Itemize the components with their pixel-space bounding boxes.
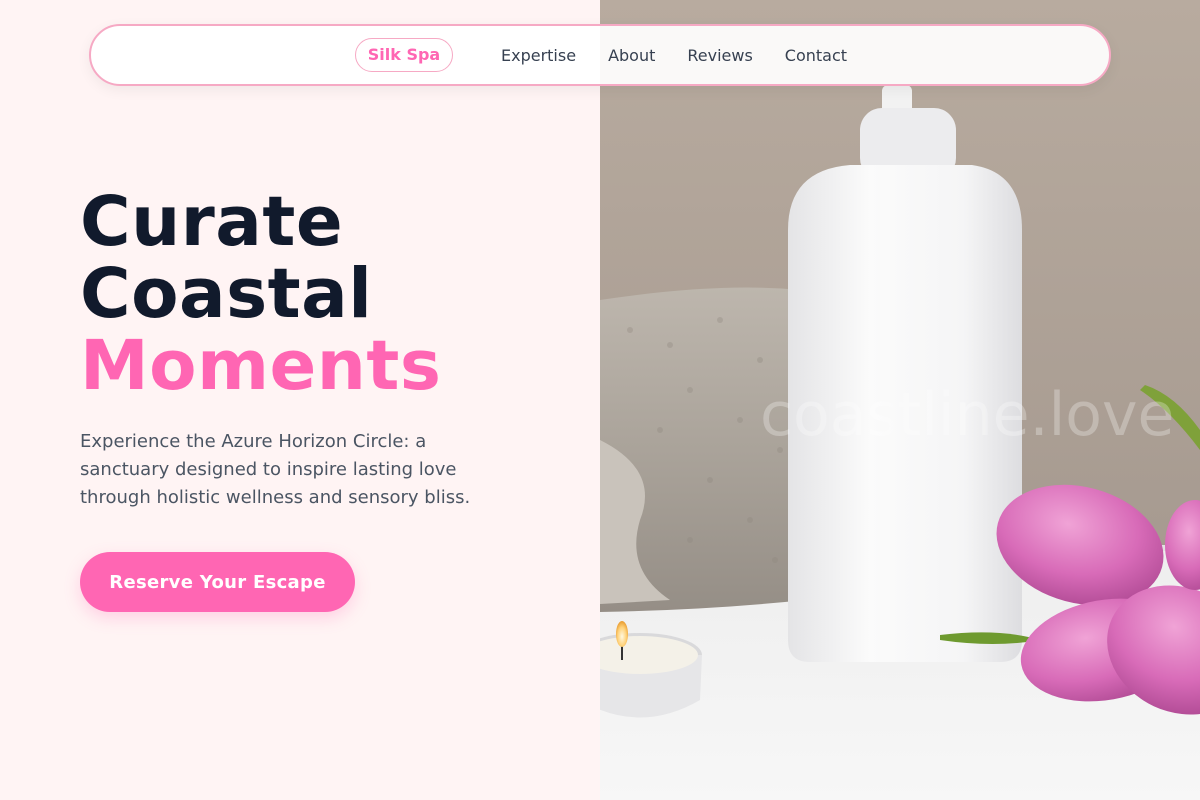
hero-title-accent-line: Moments	[80, 326, 442, 406]
hero-description: Experience the Azure Horizon Circle: a s…	[80, 431, 471, 508]
nav-link-reviews[interactable]: Reviews	[687, 46, 752, 65]
hero-title-line-2: Coastal	[80, 254, 373, 334]
hero-title: Curate Coastal Moments	[80, 186, 441, 402]
hero-photo	[600, 0, 1200, 800]
hero-title-line-1: Curate	[80, 182, 344, 262]
towel-shape	[600, 287, 805, 612]
nav-link-expertise[interactable]: Expertise	[501, 46, 576, 65]
nav-link-about[interactable]: About	[608, 46, 655, 65]
brand-logo-button[interactable]: Silk Spa	[355, 38, 453, 72]
spa-photo-image	[600, 0, 1200, 800]
nav-link-contact[interactable]: Contact	[785, 46, 847, 65]
nav-links: Expertise About Reviews Contact	[501, 26, 847, 84]
bottle-shape	[788, 85, 1022, 662]
reserve-button[interactable]: Reserve Your Escape	[80, 552, 355, 612]
top-navbar: Silk Spa Expertise About Reviews Contact	[89, 24, 1111, 86]
hero-left-panel: Curate Coastal Moments Experience the Az…	[0, 0, 600, 800]
